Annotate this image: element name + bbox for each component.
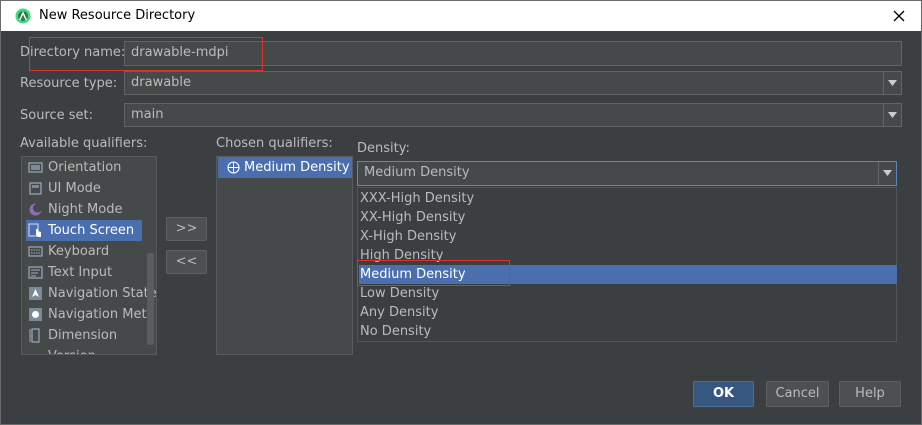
list-item-touch-screen[interactable]: Touch Screen	[26, 220, 142, 241]
density-icon	[227, 161, 240, 174]
source-set-select[interactable]: main	[124, 103, 902, 127]
directory-name-label: Directory name:	[20, 45, 126, 60]
source-set-label: Source set:	[20, 108, 94, 123]
resource-type-label: Resource type:	[20, 76, 118, 91]
keyboard-icon	[28, 246, 43, 257]
text-input-icon	[28, 266, 43, 279]
chevron-down-icon	[888, 112, 897, 118]
density-option-high[interactable]: High Density	[359, 246, 897, 265]
chosen-qualifiers-list[interactable]: Medium Density	[216, 156, 353, 355]
ui-mode-icon	[29, 182, 42, 195]
add-qualifier-button[interactable]: >>	[166, 217, 207, 241]
dimension-icon	[29, 328, 40, 343]
list-item-navigation-method[interactable]: Navigation Meth	[26, 304, 155, 325]
density-option-any[interactable]: Any Density	[359, 303, 897, 322]
navigation-state-icon	[29, 287, 42, 300]
help-button[interactable]: Help	[839, 381, 901, 407]
chevron-down-icon	[888, 80, 897, 86]
title-bar: New Resource Directory	[1, 1, 921, 31]
version-icon	[28, 349, 43, 355]
night-mode-icon	[29, 203, 42, 216]
list-item-keyboard[interactable]: Keyboard	[26, 241, 144, 262]
density-selected-value: Medium Density	[364, 165, 470, 180]
list-item-navigation-state[interactable]: Navigation State	[26, 283, 156, 304]
cancel-button[interactable]: Cancel	[766, 381, 829, 407]
source-set-value: main	[131, 107, 164, 122]
available-qualifiers-list[interactable]: Orientation UI Mode Night Mode Touch Scr…	[21, 156, 157, 355]
resource-type-select[interactable]: drawable	[124, 71, 902, 95]
window-title: New Resource Directory	[39, 8, 196, 23]
density-option-xx-high[interactable]: XX-High Density	[359, 208, 897, 227]
resource-type-dropdown-arrow[interactable]	[883, 72, 901, 94]
density-label: Density:	[357, 141, 410, 156]
list-item-version[interactable]: Version	[26, 346, 144, 355]
new-resource-directory-dialog: New Resource Directory Directory name: d…	[0, 0, 922, 425]
list-item-dimension[interactable]: Dimension	[26, 325, 144, 346]
list-item-medium-density[interactable]: Medium Density	[218, 157, 352, 178]
source-set-dropdown-arrow[interactable]	[883, 104, 901, 126]
close-icon[interactable]	[889, 6, 909, 26]
list-item-night-mode[interactable]: Night Mode	[26, 199, 144, 220]
chevron-down-icon	[883, 170, 892, 176]
orientation-icon	[28, 162, 43, 173]
available-qualifiers-label: Available qualifiers:	[20, 136, 148, 151]
density-option-x-high[interactable]: X-High Density	[359, 227, 897, 246]
density-dropdown-arrow[interactable]	[878, 162, 896, 185]
available-qualifiers-scrollbar[interactable]	[147, 253, 154, 345]
density-select[interactable]: Medium Density	[357, 161, 897, 186]
resource-type-value: drawable	[131, 75, 192, 90]
list-item-orientation[interactable]: Orientation	[26, 157, 144, 178]
ok-button[interactable]: OK	[693, 381, 754, 407]
directory-name-input[interactable]: drawable-mdpi	[124, 41, 902, 66]
density-option-medium[interactable]: Medium Density	[359, 265, 897, 284]
density-option-low[interactable]: Low Density	[359, 284, 897, 303]
touch-screen-icon	[28, 223, 41, 237]
density-option-xxx-high[interactable]: XXX-High Density	[359, 189, 897, 208]
android-studio-icon	[15, 8, 31, 24]
list-item-ui-mode[interactable]: UI Mode	[26, 178, 144, 199]
list-item-text-input[interactable]: Text Input	[26, 262, 144, 283]
chosen-qualifiers-label: Chosen qualifiers:	[216, 136, 333, 151]
navigation-method-icon	[29, 308, 42, 321]
density-option-none[interactable]: No Density	[359, 322, 897, 341]
density-dropdown-list[interactable]: XXX-High Density XX-High Density X-High …	[357, 187, 897, 342]
remove-qualifier-button[interactable]: <<	[166, 250, 207, 274]
